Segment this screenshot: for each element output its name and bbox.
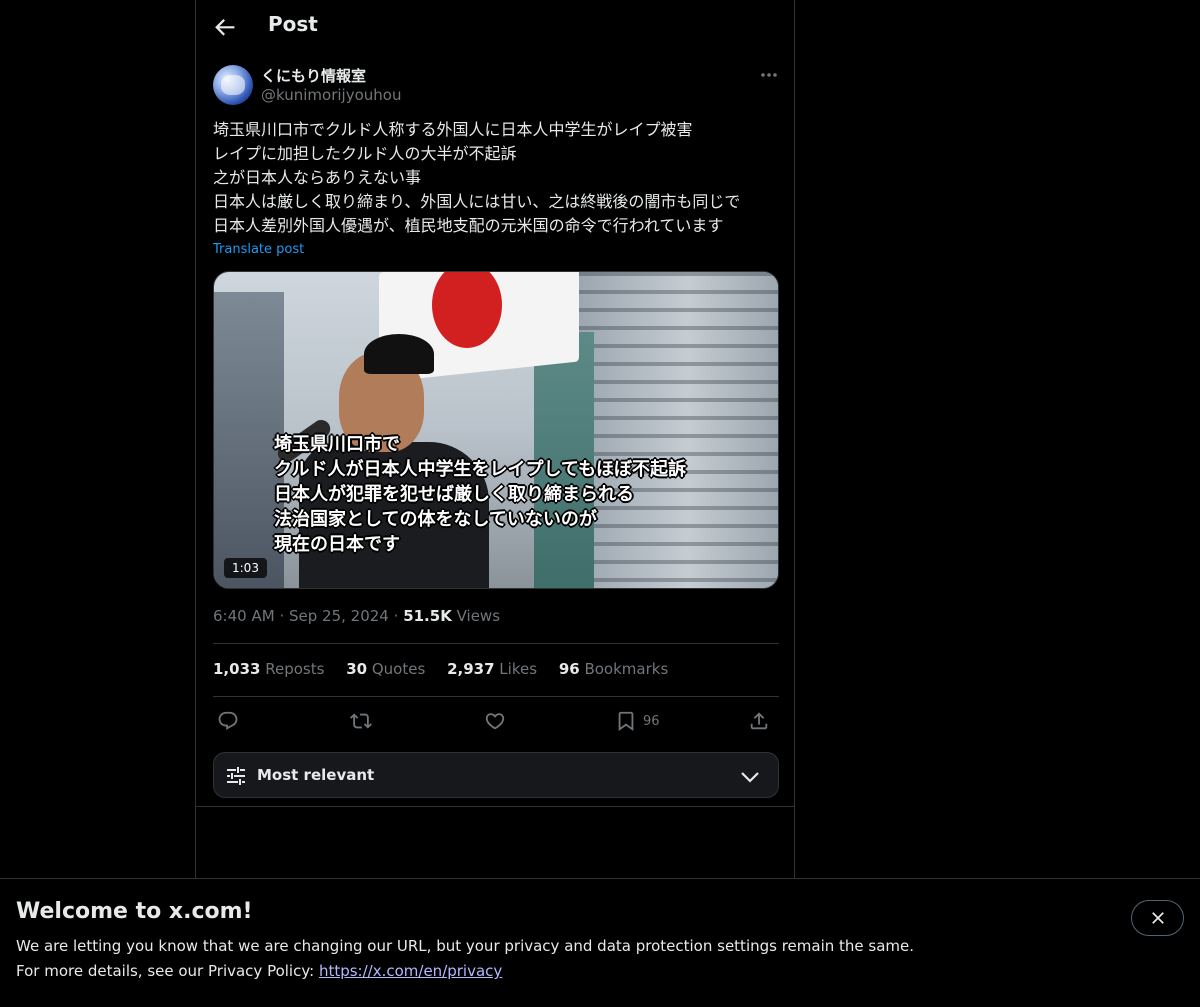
reply-button[interactable] — [217, 708, 239, 734]
bookmark-icon — [618, 711, 634, 732]
back-arrow-icon — [215, 19, 235, 36]
banner-text: For more details, see our Privacy Policy… — [16, 962, 502, 980]
banner-text-prefix: For more details, see our Privacy Policy… — [16, 962, 319, 980]
likes-stat[interactable]: 2,937 Likes — [447, 660, 537, 678]
chevron-down-icon — [741, 772, 759, 783]
back-button[interactable] — [210, 14, 238, 42]
likes-count: 2,937 — [447, 660, 495, 678]
reposts-count: 1,033 — [213, 660, 261, 678]
reposts-label: Reposts — [265, 660, 325, 678]
banner-close-button[interactable] — [1131, 900, 1184, 936]
post-text-line: 之が日本人ならありえない事 — [213, 168, 422, 187]
post-text: 埼玉県川口市でクルド人称する外国人に日本人中学生がレイプ被害 レイプに加担したク… — [213, 118, 781, 238]
repost-button[interactable] — [350, 708, 372, 734]
repost-icon — [350, 713, 372, 729]
engagement-stats: 1,033 Reposts 30 Quotes 2,937 Likes 96 B… — [213, 660, 685, 678]
likes-label: Likes — [499, 660, 538, 678]
banner-text: We are letting you know that we are chan… — [16, 937, 915, 955]
share-button[interactable] — [748, 708, 770, 734]
privacy-policy-link[interactable]: https://x.com/en/privacy — [319, 962, 502, 980]
more-icon — [761, 73, 777, 77]
author-display-name[interactable]: くにもり情報室 — [261, 65, 366, 86]
bookmarks-count: 96 — [558, 660, 580, 678]
quotes-count: 30 — [346, 660, 368, 678]
banner-title: Welcome to x.com! — [16, 899, 253, 924]
divider — [196, 806, 794, 807]
video-caption-line: クルド人が日本人中学生をレイプしてもほぼ不起訴 — [274, 459, 687, 480]
page-title: Post — [268, 12, 318, 36]
video-caption-line: 日本人が犯罪を犯せば厳しく取り締まられる — [274, 484, 634, 505]
video-caption-line: 埼玉県川口市で — [274, 434, 400, 455]
welcome-banner: Welcome to x.com! We are letting you kno… — [0, 878, 1200, 1007]
bookmark-action-count: 96 — [643, 713, 660, 729]
sliders-icon — [227, 767, 245, 785]
post-time[interactable]: 6:40 AM — [213, 607, 275, 625]
reply-icon — [218, 711, 238, 730]
video-caption-line: 法治国家としての体をなしていないのが — [274, 509, 597, 530]
share-icon — [750, 712, 768, 730]
video-caption-line: 現在の日本です — [274, 534, 400, 555]
close-icon — [1151, 912, 1164, 924]
quotes-stat[interactable]: 30 Quotes — [346, 660, 425, 678]
divider — [213, 643, 779, 644]
page-header: Post — [196, 0, 794, 54]
video-scene-person-hair — [364, 334, 434, 374]
video-player[interactable]: 埼玉県川口市で クルド人が日本人中学生をレイプしてもほぼ不起訴 日本人が犯罪を犯… — [213, 271, 779, 589]
bookmark-button[interactable]: 96 — [615, 708, 660, 734]
reposts-stat[interactable]: 1,033 Reposts — [213, 660, 324, 678]
avatar[interactable] — [213, 65, 253, 105]
post-text-line: レイプに加担したクルド人の大半が不起訴 — [213, 144, 517, 163]
post-text-line: 埼玉県川口市でクルド人称する外国人に日本人中学生がレイプ被害 — [213, 120, 693, 139]
post-text-line: 日本人差別外国人優遇が、植民地支配の元米国の命令で行われています — [213, 216, 724, 235]
video-caption: 埼玉県川口市で クルド人が日本人中学生をレイプしてもほぼ不起訴 日本人が犯罪を犯… — [274, 432, 686, 557]
more-button[interactable] — [758, 66, 780, 84]
quotes-label: Quotes — [371, 660, 426, 678]
translate-post-link[interactable]: Translate post — [213, 242, 304, 257]
post-meta: 6:40 AM · Sep 25, 2024 · 51.5K Views — [213, 607, 500, 625]
sort-label: Most relevant — [257, 766, 375, 784]
views-count: 51.5K — [403, 607, 452, 625]
bookmarks-stat[interactable]: 96 Bookmarks — [559, 660, 668, 678]
bookmarks-label: Bookmarks — [584, 660, 669, 678]
action-bar: 96 — [213, 706, 779, 736]
views-label: Views — [456, 607, 501, 625]
divider — [213, 696, 779, 697]
reply-sort-dropdown[interactable]: Most relevant — [213, 752, 779, 798]
post-date[interactable]: Sep 25, 2024 — [289, 607, 389, 625]
post-text-line: 日本人は厳しく取り締まり、外国人には甘い、之は終戦後の闇市も同じで — [213, 192, 741, 211]
main-column: Post くにもり情報室 @kunimorijyouhou 埼玉県川口市でクルド… — [195, 0, 795, 1007]
like-button[interactable] — [484, 708, 506, 734]
video-duration-badge: 1:03 — [224, 558, 267, 578]
like-icon — [485, 713, 505, 730]
author-handle[interactable]: @kunimorijyouhou — [261, 86, 401, 104]
